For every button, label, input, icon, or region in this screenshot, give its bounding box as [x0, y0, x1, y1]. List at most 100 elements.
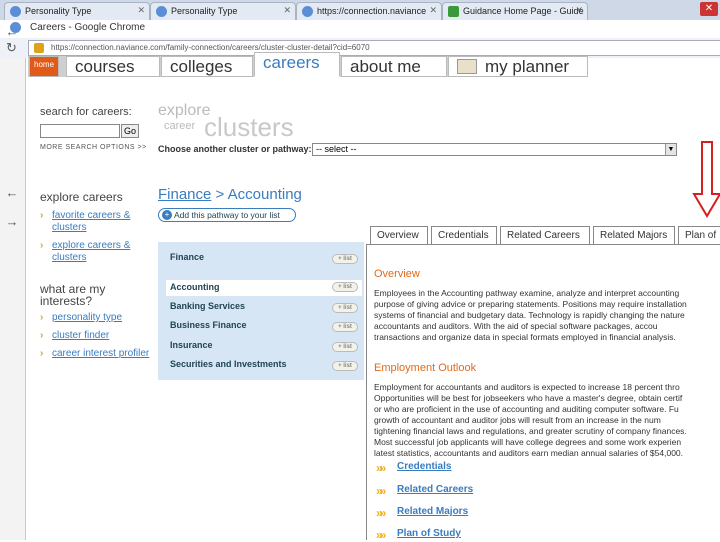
add-to-list-pill[interactable]: + list: [332, 342, 358, 352]
text-line: accountants and auditors. With the aid o…: [374, 321, 658, 331]
url-text: https://connection.naviance.com/family-c…: [51, 43, 370, 52]
browser-sidebar: [0, 58, 26, 540]
pathway-label: Securities and Investments: [170, 359, 287, 369]
nav-my-planner[interactable]: my planner: [448, 56, 588, 77]
planner-icon: [457, 59, 477, 74]
text-line: Most successful job applicants will have…: [374, 437, 682, 447]
text-line: Opportunities will be best for jobseeker…: [374, 393, 683, 403]
back-icon[interactable]: ←: [3, 24, 21, 40]
chevron-right-icon: ›: [40, 330, 44, 341]
search-label: search for careers:: [40, 106, 132, 118]
pathway-label: Business Finance: [170, 320, 247, 330]
cluster-finder-link[interactable]: cluster finder: [52, 330, 109, 341]
text-line: Employment for accountants and auditors …: [374, 382, 680, 392]
more-search-options-link[interactable]: MORE SEARCH OPTIONS >>: [40, 144, 147, 151]
pathway-label: Finance: [170, 252, 205, 262]
back-icon[interactable]: ←: [3, 185, 21, 201]
close-icon[interactable]: ✕: [575, 5, 583, 16]
text-line: purpose of giving advice or preparing st…: [374, 299, 687, 309]
search-input[interactable]: [40, 124, 120, 138]
forward-icon[interactable]: →: [3, 214, 21, 230]
cluster-select[interactable]: -- select --: [312, 143, 677, 156]
add-to-list-pill[interactable]: + list: [332, 322, 358, 332]
add-to-list-pill[interactable]: + list: [332, 361, 358, 371]
address-bar[interactable]: https://connection.naviance.com/family-c…: [28, 40, 720, 56]
nav-careers[interactable]: careers: [254, 52, 340, 77]
go-button[interactable]: Go: [121, 124, 139, 138]
favorite-careers-link[interactable]: favorite careers & clusters: [52, 210, 142, 234]
pathway-label: Banking Services: [170, 301, 246, 311]
pathway-item-securities-investments[interactable]: Securities and Investments + list: [166, 359, 362, 373]
personality-type-link[interactable]: personality type: [52, 312, 122, 323]
text-line: tightening financial laws and regulation…: [374, 426, 687, 436]
add-to-list-pill[interactable]: + list: [332, 282, 358, 292]
outlook-title: Employment Outlook: [374, 362, 477, 374]
tab-label: Personality Type: [25, 6, 92, 16]
breadcrumb-cluster[interactable]: Finance: [158, 186, 211, 203]
add-pathway-label: Add this pathway to your list: [174, 210, 280, 220]
plan-of-study-link[interactable]: Plan of Study: [397, 528, 461, 539]
breadcrumb-separator: >: [211, 186, 228, 203]
related-majors-link[interactable]: Related Majors: [397, 506, 468, 517]
page-favicon-icon: [156, 6, 167, 17]
explore-careers-link[interactable]: explore careers & clusters: [52, 240, 142, 264]
overview-text: Employees in the Accounting pathway exam…: [374, 288, 720, 343]
pathway-item-insurance[interactable]: Insurance + list: [166, 340, 362, 354]
tab-related-majors[interactable]: Related Majors: [593, 226, 675, 244]
related-careers-link[interactable]: Related Careers: [397, 484, 473, 495]
add-pathway-button[interactable]: + Add this pathway to your list: [158, 208, 296, 222]
browser-tab-1[interactable]: Personality Type ✕: [4, 2, 150, 20]
page-favicon-icon: [302, 6, 313, 17]
add-to-list-pill[interactable]: + list: [332, 254, 358, 264]
chevron-down-icon[interactable]: ▼: [665, 144, 676, 155]
page-favicon-icon: [10, 6, 21, 17]
logo-career: career: [164, 120, 196, 132]
pathway-label: Insurance: [170, 340, 213, 350]
reload-icon[interactable]: ↻: [6, 40, 17, 56]
window-title: Careers - Google Chrome: [30, 22, 146, 33]
pathway-item-banking-services[interactable]: Banking Services + list: [166, 301, 362, 315]
window-close-icon[interactable]: ✕: [700, 2, 718, 16]
text-line: systems of financial and budgetary data.…: [374, 310, 685, 320]
close-icon[interactable]: ✕: [429, 5, 437, 16]
browser-tab-2[interactable]: Personality Type ✕: [150, 2, 296, 20]
tab-label: Guidance Home Page - Guide: [463, 6, 584, 16]
red-down-arrow-icon: [692, 141, 720, 218]
nav-about-me[interactable]: about me: [341, 56, 447, 77]
add-to-list-pill[interactable]: + list: [332, 303, 358, 313]
explore-careers-heading: explore careers: [40, 190, 123, 204]
nav-courses[interactable]: courses: [66, 56, 160, 77]
double-chevron-icon: »»: [376, 506, 387, 520]
pathway-item-business-finance[interactable]: Business Finance + list: [166, 320, 362, 334]
pathway-item-accounting[interactable]: Accounting + list: [166, 280, 362, 296]
close-icon[interactable]: ✕: [137, 5, 145, 16]
double-chevron-icon: »»: [376, 484, 387, 498]
page-favicon-icon: [448, 6, 459, 17]
chevron-right-icon: ›: [40, 210, 44, 221]
close-icon[interactable]: ✕: [283, 5, 291, 16]
tab-credentials[interactable]: Credentials: [431, 226, 497, 244]
browser-tab-4[interactable]: Guidance Home Page - Guide ✕: [442, 2, 588, 20]
text-line: Employees in the Accounting pathway exam…: [374, 288, 680, 298]
tab-label: https://connection.naviance: [317, 6, 427, 16]
pathway-label: Accounting: [170, 282, 220, 292]
breadcrumb: Finance > Accounting: [158, 186, 302, 203]
nav-home[interactable]: home: [29, 56, 60, 77]
chevron-right-icon: ›: [40, 312, 44, 323]
tab-related-careers[interactable]: Related Careers: [500, 226, 590, 244]
browser-tab-3[interactable]: https://connection.naviance ✕: [296, 2, 442, 20]
text-line: transactions and organize data in specia…: [374, 332, 676, 342]
career-interest-profiler-link[interactable]: career interest profiler: [52, 348, 149, 359]
text-line: growth of accountant and auditor jobs wi…: [374, 415, 661, 425]
tab-overview[interactable]: Overview: [370, 226, 428, 245]
tab-plan-of-study[interactable]: Plan of: [678, 226, 720, 244]
nav-colleges[interactable]: colleges: [161, 56, 253, 77]
text-line: or who are proficient in the use of acco…: [374, 404, 679, 414]
outlook-text: Employment for accountants and auditors …: [374, 382, 720, 459]
text-line: latest statistics, accountants and audit…: [374, 448, 684, 458]
overview-title: Overview: [374, 268, 420, 280]
pathway-item-finance[interactable]: Finance + list: [166, 252, 362, 266]
credentials-link[interactable]: Credentials: [397, 461, 451, 472]
chevron-right-icon: ›: [40, 240, 44, 251]
tab-label: Personality Type: [171, 6, 238, 16]
